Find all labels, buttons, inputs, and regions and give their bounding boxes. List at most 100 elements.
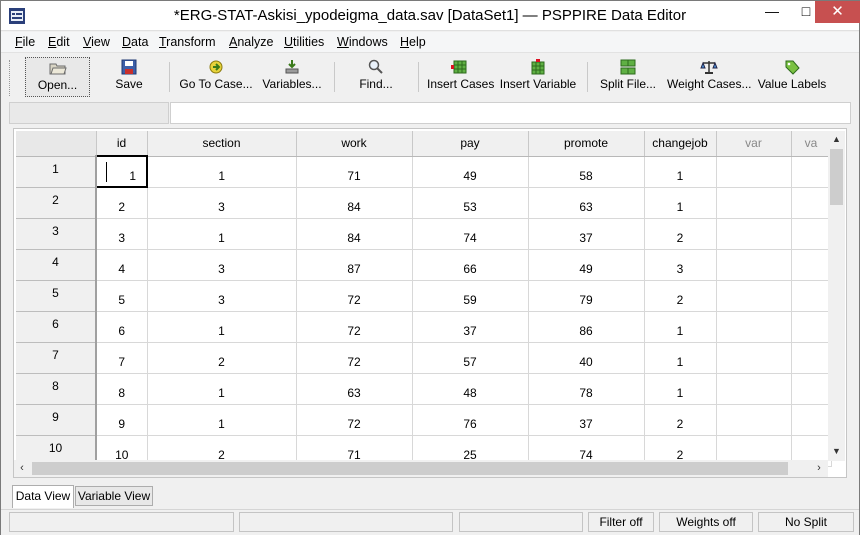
vertical-scrollbar[interactable]: ▲ ▼ bbox=[828, 131, 845, 461]
data-cell[interactable]: 37 bbox=[528, 404, 645, 436]
data-cell[interactable]: 59 bbox=[412, 280, 529, 312]
data-cell[interactable]: 66 bbox=[412, 249, 529, 281]
data-cell[interactable]: 3 bbox=[96, 218, 148, 250]
data-cell[interactable]: 71 bbox=[296, 156, 413, 188]
data-cell[interactable]: 1 bbox=[147, 311, 297, 343]
data-cell[interactable]: 1 bbox=[644, 156, 717, 188]
split-file-button[interactable]: Split File... bbox=[599, 57, 657, 97]
menu-file[interactable]: File bbox=[15, 35, 35, 49]
row-header[interactable]: 8 bbox=[16, 373, 97, 405]
data-cell[interactable]: 49 bbox=[412, 156, 529, 188]
data-cell[interactable] bbox=[791, 342, 832, 374]
data-cell[interactable] bbox=[791, 280, 832, 312]
column-header-pay[interactable]: pay bbox=[412, 131, 529, 157]
row-header[interactable]: 3 bbox=[16, 218, 97, 250]
data-cell[interactable]: 48 bbox=[412, 373, 529, 405]
data-cell[interactable]: 1 bbox=[147, 218, 297, 250]
data-cell[interactable]: 1 bbox=[147, 373, 297, 405]
tab-variable-view[interactable]: Variable View bbox=[75, 486, 153, 506]
menu-analyze[interactable]: Analyze bbox=[229, 35, 273, 49]
data-cell[interactable]: 86 bbox=[528, 311, 645, 343]
data-cell[interactable] bbox=[791, 156, 832, 188]
toolbar-grip[interactable] bbox=[9, 60, 13, 96]
data-cell[interactable]: 1 bbox=[644, 187, 717, 219]
menu-data[interactable]: Data bbox=[122, 35, 148, 49]
column-header-empty-var[interactable]: var bbox=[716, 131, 792, 157]
data-cell[interactable]: 1 bbox=[644, 342, 717, 374]
data-cell[interactable]: 3 bbox=[147, 249, 297, 281]
data-cell[interactable]: 37 bbox=[528, 218, 645, 250]
data-cell[interactable] bbox=[791, 311, 832, 343]
menu-utilities[interactable]: Utilities bbox=[284, 35, 324, 49]
data-cell[interactable]: 1 bbox=[147, 156, 297, 188]
column-header-promote[interactable]: promote bbox=[528, 131, 645, 157]
row-header[interactable]: 9 bbox=[16, 404, 97, 436]
cell-reference-field[interactable] bbox=[9, 102, 169, 124]
data-cell[interactable]: 9 bbox=[96, 404, 148, 436]
data-cell[interactable]: 8 bbox=[96, 373, 148, 405]
variables-button[interactable]: Variables... bbox=[261, 57, 323, 97]
selected-cell[interactable]: 1 bbox=[95, 155, 148, 188]
column-header-changejob[interactable]: changejob bbox=[644, 131, 717, 157]
data-cell[interactable]: 4 bbox=[96, 249, 148, 281]
data-cell[interactable]: 37 bbox=[412, 311, 529, 343]
data-cell[interactable]: 79 bbox=[528, 280, 645, 312]
weight-cases-button[interactable]: Weight Cases... bbox=[667, 57, 751, 97]
insert-variable-button[interactable]: Insert Variable bbox=[499, 57, 577, 97]
data-cell[interactable]: 3 bbox=[644, 249, 717, 281]
column-header-id[interactable]: id bbox=[96, 131, 148, 157]
scroll-left-arrow-icon[interactable]: ‹ bbox=[14, 460, 30, 477]
data-cell[interactable]: 2 bbox=[96, 187, 148, 219]
data-cell[interactable]: 78 bbox=[528, 373, 645, 405]
find-button[interactable]: Find... bbox=[355, 57, 397, 97]
row-header[interactable]: 4 bbox=[16, 249, 97, 281]
data-cell[interactable]: 49 bbox=[528, 249, 645, 281]
data-cell[interactable] bbox=[716, 280, 792, 312]
data-cell[interactable]: 2 bbox=[644, 218, 717, 250]
row-header[interactable]: 5 bbox=[16, 280, 97, 312]
data-cell[interactable]: 57 bbox=[412, 342, 529, 374]
data-cell[interactable]: 1 bbox=[644, 373, 717, 405]
data-cell[interactable] bbox=[716, 249, 792, 281]
data-cell[interactable]: 6 bbox=[96, 311, 148, 343]
tab-data-view[interactable]: Data View bbox=[12, 485, 74, 508]
data-cell[interactable]: 72 bbox=[296, 280, 413, 312]
horizontal-scrollbar[interactable]: ‹ › bbox=[14, 460, 828, 477]
data-cell[interactable]: 87 bbox=[296, 249, 413, 281]
data-cell[interactable]: 84 bbox=[296, 187, 413, 219]
data-cell[interactable] bbox=[716, 187, 792, 219]
save-button[interactable]: Save bbox=[105, 57, 153, 97]
data-cell[interactable]: 2 bbox=[147, 342, 297, 374]
data-cell[interactable] bbox=[716, 311, 792, 343]
data-cell[interactable] bbox=[791, 187, 832, 219]
data-cell[interactable]: 72 bbox=[296, 311, 413, 343]
data-cell[interactable] bbox=[716, 218, 792, 250]
data-cell[interactable] bbox=[791, 373, 832, 405]
column-header-empty-var[interactable]: va bbox=[791, 131, 832, 157]
data-cell[interactable] bbox=[716, 373, 792, 405]
data-cell[interactable]: 5 bbox=[96, 280, 148, 312]
data-cell[interactable]: 40 bbox=[528, 342, 645, 374]
data-cell[interactable]: 76 bbox=[412, 404, 529, 436]
data-cell[interactable]: 1 bbox=[644, 311, 717, 343]
data-cell[interactable]: 63 bbox=[296, 373, 413, 405]
open-button[interactable]: Open... bbox=[25, 57, 90, 97]
data-cell[interactable]: 1 bbox=[147, 404, 297, 436]
data-cell[interactable] bbox=[791, 249, 832, 281]
data-cell[interactable]: 3 bbox=[147, 187, 297, 219]
data-cell[interactable] bbox=[716, 342, 792, 374]
data-cell[interactable]: 2 bbox=[644, 404, 717, 436]
data-cell[interactable]: 7 bbox=[96, 342, 148, 374]
data-cell[interactable]: 53 bbox=[412, 187, 529, 219]
data-cell[interactable]: 74 bbox=[412, 218, 529, 250]
menu-help[interactable]: Help bbox=[400, 35, 426, 49]
close-button[interactable]: ✕ bbox=[815, 1, 860, 23]
grid-corner[interactable] bbox=[16, 131, 97, 157]
menu-edit[interactable]: Edit bbox=[48, 35, 70, 49]
insert-cases-button[interactable]: Insert Cases bbox=[427, 57, 494, 97]
data-cell[interactable]: 2 bbox=[644, 280, 717, 312]
scroll-up-arrow-icon[interactable]: ▲ bbox=[828, 131, 845, 147]
minimize-button[interactable]: — bbox=[755, 1, 789, 23]
data-cell[interactable]: 84 bbox=[296, 218, 413, 250]
menu-windows[interactable]: Windows bbox=[337, 35, 388, 49]
